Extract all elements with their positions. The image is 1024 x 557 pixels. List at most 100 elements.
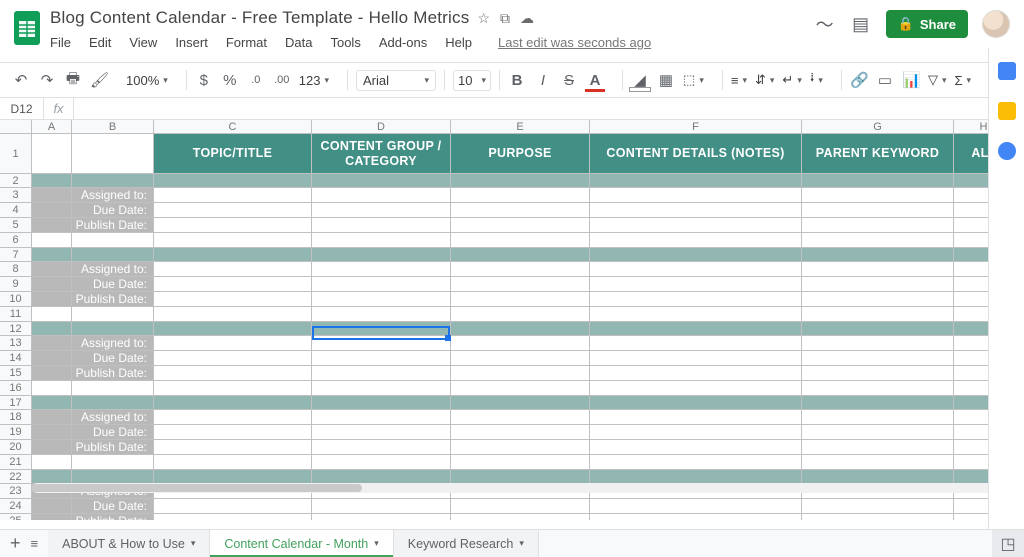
spreadsheet-grid[interactable]: ABCDEFGH1TOPIC/TITLECONTENT GROUP / CATE… xyxy=(0,120,1024,520)
cloud-icon[interactable]: ☁ xyxy=(520,10,534,27)
row-header[interactable]: 10 xyxy=(0,292,32,307)
menu-view[interactable]: View xyxy=(129,35,157,50)
row-header[interactable]: 17 xyxy=(0,396,32,410)
font-size-select[interactable]: 10▾ xyxy=(453,70,491,91)
tasks-addon-icon[interactable] xyxy=(998,142,1016,160)
font-select[interactable]: Arial▾ xyxy=(356,70,436,91)
comments-icon[interactable]: ▤ xyxy=(850,14,872,35)
col-header-A[interactable]: A xyxy=(32,120,72,134)
sheet-tab[interactable]: ABOUT & How to Use▾ xyxy=(48,530,210,557)
account-avatar[interactable] xyxy=(982,10,1010,38)
row-header[interactable]: 22 xyxy=(0,470,32,484)
col-header-D[interactable]: D xyxy=(312,120,451,134)
star-icon[interactable]: ☆ xyxy=(477,10,490,27)
row-header[interactable]: 11 xyxy=(0,307,32,322)
share-button[interactable]: 🔒 Share xyxy=(886,10,968,38)
document-title[interactable]: Blog Content Calendar - Free Template - … xyxy=(50,8,469,28)
chart-icon[interactable]: 📊 xyxy=(902,71,920,89)
fill-color-icon[interactable]: ◢ xyxy=(631,71,649,89)
zoom-select[interactable]: 100%▾ xyxy=(126,73,168,88)
caret-icon[interactable]: ▾ xyxy=(191,538,196,549)
explore-button[interactable]: ◳ xyxy=(992,530,1024,557)
print-icon[interactable]: 🖶 xyxy=(64,68,82,93)
sheets-logo[interactable] xyxy=(10,6,44,50)
menu-file[interactable]: File xyxy=(50,35,71,50)
redo-icon[interactable]: ↷ xyxy=(38,71,56,89)
row-header[interactable]: 20 xyxy=(0,440,32,455)
percent-icon[interactable]: % xyxy=(221,72,239,89)
filter-icon[interactable]: ▽▾ xyxy=(928,72,947,88)
functions-icon[interactable]: Σ▾ xyxy=(954,73,971,88)
currency-icon[interactable]: $ xyxy=(195,72,213,89)
link-icon[interactable]: 🔗 xyxy=(850,71,868,89)
col-header-B[interactable]: B xyxy=(72,120,154,134)
col-header-C[interactable]: C xyxy=(154,120,312,134)
row-header[interactable]: 18 xyxy=(0,410,32,425)
row-header[interactable]: 12 xyxy=(0,322,32,336)
col-header-G[interactable]: G xyxy=(802,120,954,134)
rotate-icon[interactable]: ⭭▾ xyxy=(810,69,823,91)
caret-icon[interactable]: ▾ xyxy=(519,538,524,549)
row-header[interactable]: 9 xyxy=(0,277,32,292)
col-header-F[interactable]: F xyxy=(590,120,802,134)
formula-input[interactable] xyxy=(74,98,1024,119)
calendar-addon-icon[interactable] xyxy=(998,62,1016,80)
comment-icon[interactable]: ▭ xyxy=(876,71,894,89)
row-header[interactable]: 1 xyxy=(0,134,32,174)
borders-icon[interactable]: ▦ xyxy=(657,71,675,89)
bold-icon[interactable]: B xyxy=(508,72,526,89)
decrease-decimal-icon[interactable]: .0 xyxy=(247,74,265,86)
undo-icon[interactable]: ↶ xyxy=(12,71,30,89)
strikethrough-icon[interactable]: S xyxy=(560,72,578,89)
row-header[interactable]: 7 xyxy=(0,248,32,262)
select-all-cell[interactable] xyxy=(0,120,32,134)
increase-decimal-icon[interactable]: .00 xyxy=(273,74,291,86)
row-header[interactable]: 19 xyxy=(0,425,32,440)
name-box[interactable]: D12 xyxy=(0,98,44,119)
column-header-F: CONTENT DETAILS (NOTES) xyxy=(590,134,802,174)
row-header[interactable]: 23 xyxy=(0,484,32,499)
menu-add-ons[interactable]: Add-ons xyxy=(379,35,427,50)
v-align-icon[interactable]: ⇵▾ xyxy=(755,72,774,88)
row-header[interactable]: 6 xyxy=(0,233,32,248)
menu-tools[interactable]: Tools xyxy=(330,35,360,50)
row-header[interactable]: 25 xyxy=(0,514,32,520)
sheet-tab[interactable]: Content Calendar - Month▾ xyxy=(210,530,393,557)
row-header[interactable]: 3 xyxy=(0,188,32,203)
sheet-tab[interactable]: Keyword Research▾ xyxy=(394,530,539,557)
paint-format-icon[interactable]: 🖌 xyxy=(90,71,108,89)
row-header[interactable]: 4 xyxy=(0,203,32,218)
row-header[interactable]: 21 xyxy=(0,455,32,470)
sheet-tabs: + ≡ ABOUT & How to Use▾Content Calendar … xyxy=(0,529,1024,557)
menu-insert[interactable]: Insert xyxy=(175,35,208,50)
row-header[interactable]: 14 xyxy=(0,351,32,366)
h-align-icon[interactable]: ≡▾ xyxy=(731,73,747,88)
row-header[interactable]: 8 xyxy=(0,262,32,277)
menu-help[interactable]: Help xyxy=(445,35,472,50)
text-color-icon[interactable]: A xyxy=(586,72,604,89)
keep-addon-icon[interactable] xyxy=(998,102,1016,120)
move-icon[interactable]: ⧉ xyxy=(500,10,510,27)
row-header[interactable]: 15 xyxy=(0,366,32,381)
wrap-icon[interactable]: ↵▾ xyxy=(782,72,801,88)
horizontal-scrollbar[interactable] xyxy=(32,483,1003,493)
number-format-select[interactable]: 123▾ xyxy=(299,73,329,88)
last-edit-link[interactable]: Last edit was seconds ago xyxy=(498,35,651,50)
separator xyxy=(186,70,187,90)
menu-data[interactable]: Data xyxy=(285,35,312,50)
activity-icon[interactable]: 〜 xyxy=(814,11,836,37)
row-header[interactable]: 13 xyxy=(0,336,32,351)
add-sheet-icon[interactable]: + xyxy=(10,533,21,554)
merge-cells-icon[interactable]: ⬚▾ xyxy=(683,72,704,88)
menu-edit[interactable]: Edit xyxy=(89,35,111,50)
caret-icon[interactable]: ▾ xyxy=(374,538,379,549)
menu-format[interactable]: Format xyxy=(226,35,267,50)
row-header[interactable]: 24 xyxy=(0,499,32,514)
col-header-E[interactable]: E xyxy=(451,120,590,134)
row-header[interactable]: 5 xyxy=(0,218,32,233)
italic-icon[interactable]: I xyxy=(534,72,552,89)
row-header[interactable]: 2 xyxy=(0,174,32,188)
all-sheets-icon[interactable]: ≡ xyxy=(31,536,39,551)
row-header[interactable]: 16 xyxy=(0,381,32,396)
menu-bar: File Edit View Insert Format Data Tools Add-ons… xyxy=(50,35,814,50)
